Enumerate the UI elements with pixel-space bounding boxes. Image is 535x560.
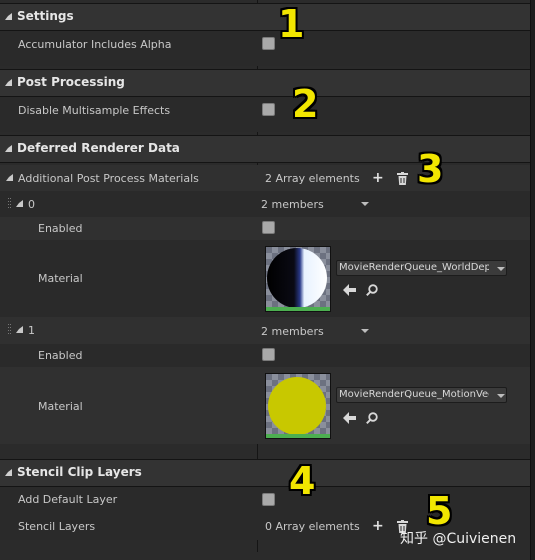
chevron-down-icon[interactable] (497, 267, 505, 271)
enabled-checkbox[interactable] (262, 348, 275, 361)
category-deferred-renderer[interactable]: Deferred Renderer Data (0, 135, 530, 163)
array-count: 0 Array elements (265, 520, 360, 533)
element-index: 0 (28, 198, 35, 211)
row-element-0-enabled: Enabled (0, 217, 530, 240)
chevron-down-icon[interactable] (361, 202, 369, 206)
arrow-left-icon[interactable] (343, 284, 356, 296)
property-label: Material (38, 272, 83, 285)
accumulator-checkbox[interactable] (262, 37, 275, 50)
thumbnail-type-bar (266, 434, 330, 438)
property-label: Enabled (38, 222, 83, 235)
members-combo-label[interactable]: 2 members (261, 198, 324, 211)
row-additional-materials: Additional Post Process Materials 2 Arra… (0, 165, 530, 191)
asset-name: MovieRenderQueue_WorldDepth (339, 262, 489, 273)
asset-name: MovieRenderQueue_MotionVectors (339, 389, 489, 400)
expand-arrow-icon[interactable] (6, 174, 13, 181)
drag-handle-icon[interactable] (8, 324, 12, 336)
expand-arrow-icon[interactable] (5, 145, 12, 152)
expand-arrow-icon[interactable] (5, 469, 12, 476)
property-label: Add Default Layer (18, 493, 118, 506)
category-stencil-clip-layers[interactable]: Stencil Clip Layers (0, 459, 530, 487)
annotation-number: 5 (426, 489, 453, 533)
category-title: Settings (17, 9, 74, 23)
disable-msaa-checkbox[interactable] (262, 103, 275, 116)
add-element-button[interactable]: + (372, 171, 384, 185)
property-label: Additional Post Process Materials (18, 172, 199, 185)
category-title: Post Processing (17, 75, 125, 89)
thumbnail-type-bar (266, 307, 330, 311)
chevron-down-icon[interactable] (361, 329, 369, 333)
search-icon[interactable] (366, 412, 378, 424)
row-element-0: 0 2 members (0, 191, 530, 217)
arrow-left-icon[interactable] (343, 412, 356, 424)
category-title: Deferred Renderer Data (17, 141, 180, 155)
add-default-layer-checkbox[interactable] (262, 493, 275, 506)
expand-arrow-icon[interactable] (16, 326, 23, 333)
chevron-down-icon[interactable] (497, 394, 505, 398)
annotation-number: 4 (289, 459, 316, 503)
material-asset-combo[interactable]: MovieRenderQueue_MotionVectors (336, 387, 507, 403)
property-label: Accumulator Includes Alpha (18, 38, 172, 51)
trash-icon[interactable] (397, 172, 408, 185)
row-accumulator: Accumulator Includes Alpha (0, 31, 530, 66)
category-settings[interactable]: Settings (0, 3, 530, 31)
material-thumbnail[interactable] (265, 373, 331, 439)
details-panel: Settings Accumulator Includes Alpha Post… (0, 0, 531, 560)
property-label: Stencil Layers (18, 520, 96, 533)
expand-arrow-icon[interactable] (5, 79, 12, 86)
members-combo-label[interactable]: 2 members (261, 325, 324, 338)
add-element-button[interactable]: + (372, 519, 384, 533)
annotation-number: 3 (417, 147, 444, 191)
expand-arrow-icon[interactable] (16, 200, 23, 207)
world-depth-preview (267, 248, 327, 308)
element-index: 1 (28, 324, 35, 337)
row-element-0-material: Material MovieRenderQueue_WorldDepth (0, 240, 530, 317)
motion-vectors-preview (268, 377, 326, 435)
annotation-number: 1 (278, 2, 305, 46)
property-label: Material (38, 400, 83, 413)
watermark: 知乎 @Cuivienen (400, 531, 517, 547)
row-element-1-material: Material MovieRenderQueue_MotionVectors (0, 367, 530, 444)
material-thumbnail[interactable] (265, 246, 331, 312)
array-count: 2 Array elements (265, 172, 360, 185)
row-disable-msaa: Disable Multisample Effects (0, 97, 530, 132)
annotation-number: 2 (292, 82, 319, 126)
expand-arrow-icon[interactable] (5, 13, 12, 20)
category-post-processing[interactable]: Post Processing (0, 69, 530, 97)
enabled-checkbox[interactable] (262, 221, 275, 234)
search-icon[interactable] (366, 284, 378, 296)
material-asset-combo[interactable]: MovieRenderQueue_WorldDepth (336, 260, 507, 276)
row-element-1-enabled: Enabled (0, 344, 530, 367)
property-label: Disable Multisample Effects (18, 104, 171, 117)
property-label: Enabled (38, 349, 83, 362)
drag-handle-icon[interactable] (8, 198, 12, 210)
category-title: Stencil Clip Layers (17, 465, 142, 479)
row-element-1: 1 2 members (0, 317, 530, 344)
